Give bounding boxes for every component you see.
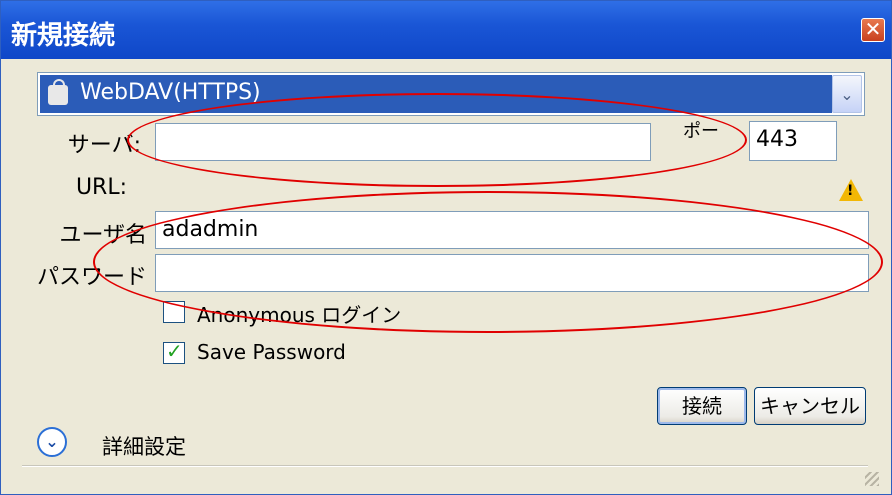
protocol-label: WebDAV(HTTPS): [80, 80, 261, 105]
advanced-settings-label[interactable]: 詳細設定: [102, 431, 186, 461]
port-input[interactable]: 443: [749, 121, 837, 161]
window-title: 新規接続: [11, 21, 116, 51]
warning-glyph: !: [847, 183, 854, 199]
save-password-label: Save Password: [197, 340, 346, 364]
url-label: URL:: [75, 175, 127, 200]
connect-button[interactable]: 接続: [657, 387, 747, 425]
cancel-button[interactable]: キャンセル: [754, 387, 866, 425]
divider: [22, 465, 868, 467]
chevron-down-icon[interactable]: ⌄: [832, 75, 862, 113]
warning-icon: !: [839, 179, 863, 201]
close-icon[interactable]: ✕: [861, 18, 885, 42]
checkmark-icon: ✓: [166, 339, 183, 363]
annotation-ellipse-credentials: [93, 191, 883, 333]
annotation-ellipse-server: [127, 93, 747, 187]
expand-chevron-icon[interactable]: ⌄: [37, 427, 67, 457]
title-bar[interactable]: 新規接続 ✕: [1, 1, 891, 59]
save-password-checkbox[interactable]: ✓: [163, 339, 185, 364]
resize-grip-icon[interactable]: [865, 472, 879, 486]
new-connection-dialog: 新規接続 ✕ WebDAV(HTTPS) ⌄ サーバ: ポー 443 URL: …: [0, 0, 892, 495]
lock-icon: [48, 79, 68, 105]
